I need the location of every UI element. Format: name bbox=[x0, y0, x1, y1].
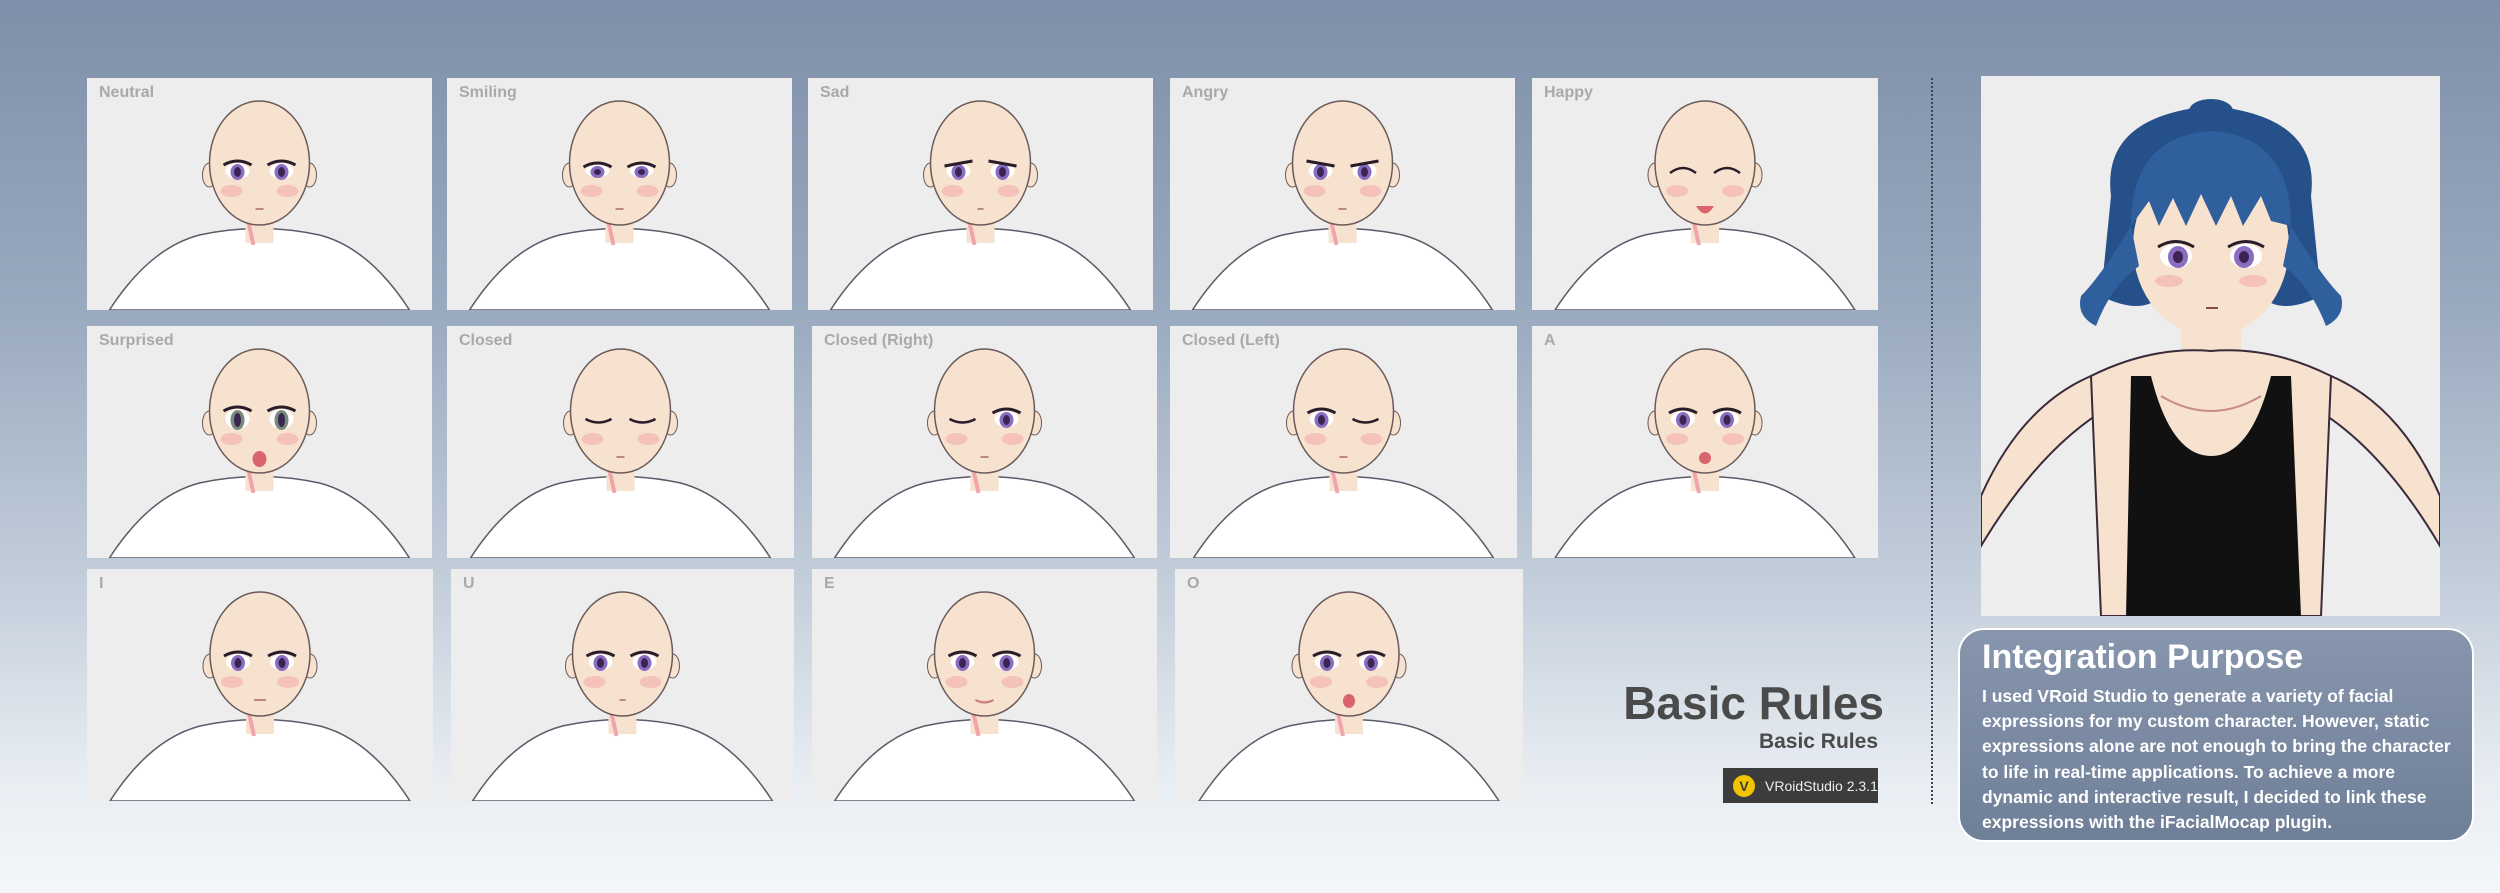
expression-tile: Surprised bbox=[87, 326, 432, 558]
expression-tile: Sad bbox=[808, 78, 1153, 310]
expression-label: Closed (Left) bbox=[1182, 332, 1280, 349]
expression-tile: E bbox=[812, 569, 1157, 801]
expression-tile: Smiling bbox=[447, 78, 792, 310]
expression-label: Surprised bbox=[99, 332, 174, 349]
character-illustration bbox=[1981, 99, 2440, 616]
face-illustration bbox=[1192, 348, 1495, 558]
expression-label: A bbox=[1544, 332, 1556, 349]
expression-label: I bbox=[99, 575, 104, 592]
expression-label: E bbox=[824, 575, 835, 592]
expression-tile: Angry bbox=[1170, 78, 1515, 310]
face-illustration bbox=[833, 348, 1136, 558]
section-divider bbox=[1931, 78, 1933, 804]
vroid-studio-badge: V VRoidStudio 2.3.1 bbox=[1723, 768, 1878, 803]
expression-tile: Neutral bbox=[87, 78, 432, 310]
face-illustration bbox=[468, 100, 771, 310]
expression-tile: I bbox=[87, 569, 433, 801]
face-illustration bbox=[469, 348, 772, 558]
expression-label: Smiling bbox=[459, 84, 517, 101]
face-illustration bbox=[1554, 348, 1856, 558]
expression-tile: A bbox=[1532, 326, 1878, 558]
expression-label: Sad bbox=[820, 84, 850, 101]
expression-label: U bbox=[463, 575, 475, 592]
expression-tile: O bbox=[1175, 569, 1523, 801]
expression-tile: Closed (Right) bbox=[812, 326, 1157, 558]
face-illustration bbox=[109, 591, 411, 801]
face-illustration bbox=[829, 100, 1132, 310]
title-block: Basic Rules Basic Rules bbox=[1623, 678, 1884, 754]
face-illustration bbox=[108, 348, 411, 558]
expression-tile: Closed (Left) bbox=[1170, 326, 1517, 558]
expression-tile: Closed bbox=[447, 326, 794, 558]
expression-label: Closed bbox=[459, 332, 513, 349]
integration-purpose-panel: Integration Purpose I used VRoid Studio … bbox=[1958, 628, 2474, 842]
character-portrait bbox=[1981, 76, 2440, 616]
main-title: Basic Rules bbox=[1623, 677, 1884, 729]
expression-label: Happy bbox=[1544, 84, 1593, 101]
badge-text: VRoidStudio 2.3.1 bbox=[1765, 777, 1878, 794]
sub-title: Basic Rules bbox=[1758, 730, 1878, 753]
face-illustration bbox=[1198, 591, 1500, 801]
face-illustration bbox=[471, 591, 774, 801]
info-title: Integration Purpose bbox=[1982, 638, 2304, 676]
expression-label: Closed (Right) bbox=[824, 332, 934, 349]
expression-label: Angry bbox=[1182, 84, 1229, 101]
expression-label: Neutral bbox=[99, 84, 155, 101]
face-illustration bbox=[1554, 100, 1856, 310]
vroid-logo-icon: V bbox=[1733, 774, 1755, 797]
face-illustration bbox=[1191, 100, 1494, 310]
expression-tile: U bbox=[451, 569, 794, 801]
expression-label: O bbox=[1187, 575, 1200, 592]
face-illustration bbox=[833, 591, 1136, 801]
face-illustration bbox=[108, 100, 411, 310]
expression-tile: Happy bbox=[1532, 78, 1878, 310]
info-body: I used VRoid Studio to generate a variet… bbox=[1982, 686, 2451, 833]
